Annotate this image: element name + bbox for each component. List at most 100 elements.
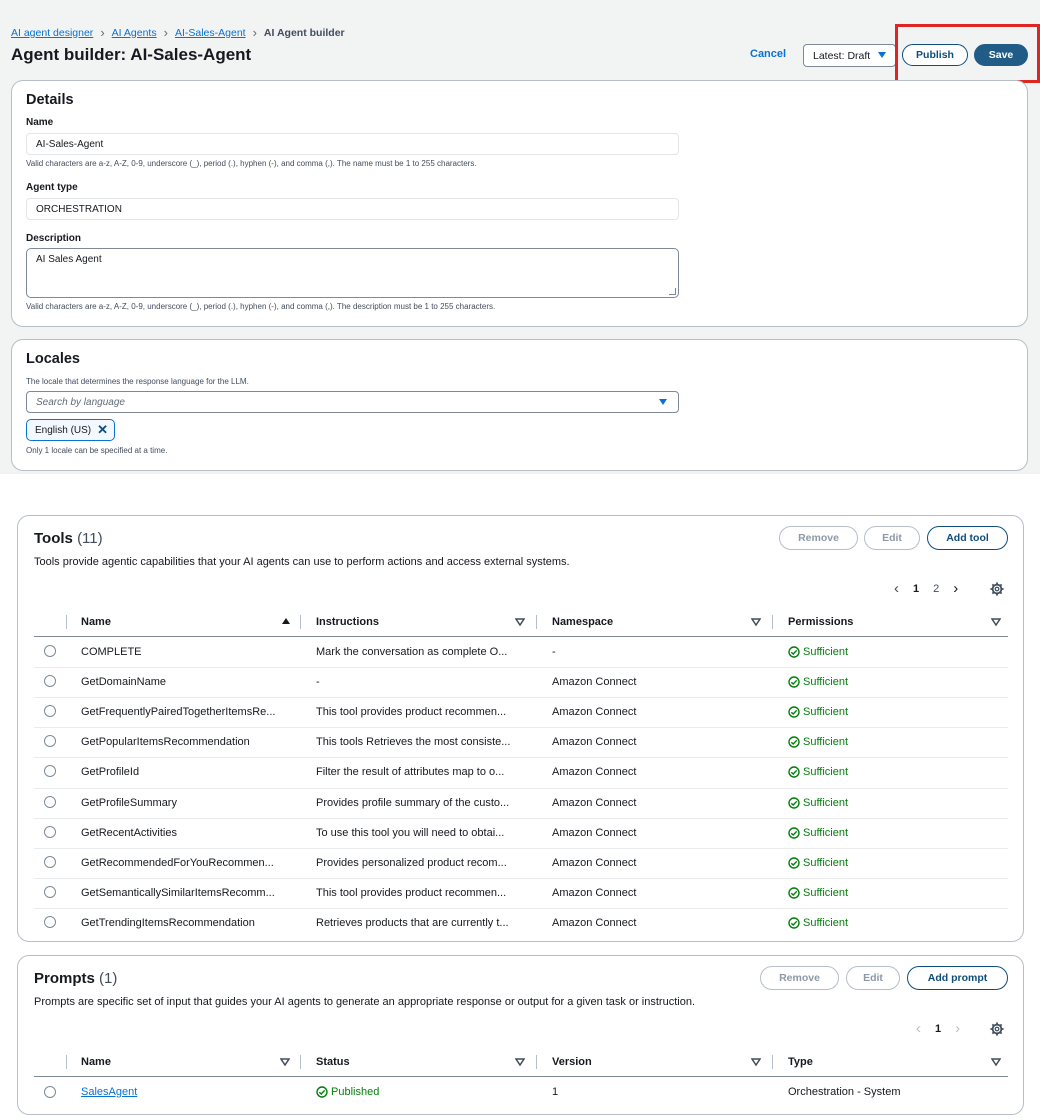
row-divider	[34, 667, 1008, 669]
sort-icon[interactable]	[991, 618, 1001, 626]
column-divider[interactable]	[772, 1055, 773, 1069]
column-divider[interactable]	[772, 615, 773, 629]
tool-namespace: Amazon Connect	[552, 916, 637, 929]
prompt-name-link[interactable]: SalesAgent	[81, 1086, 281, 1098]
sort-icon[interactable]	[515, 618, 525, 626]
chevron-right-icon[interactable]: ›	[955, 1020, 960, 1037]
tool-name: GetRecentActivities	[81, 826, 177, 839]
column-header-name[interactable]: Name	[81, 1056, 111, 1068]
tool-namespace: Amazon Connect	[552, 706, 637, 719]
breadcrumb-ai-agent-designer[interactable]: AI agent designer	[11, 27, 93, 39]
sort-icon[interactable]	[280, 1058, 290, 1066]
row-select-radio[interactable]	[44, 825, 56, 838]
sort-icon[interactable]	[991, 1058, 1001, 1066]
tool-instructions: Mark the conversation as complete O...	[316, 646, 508, 658]
permission-text: Sufficient	[803, 736, 849, 749]
tool-instructions: This tool provides product recommen...	[316, 706, 507, 719]
chevron-right-icon: ›	[163, 25, 168, 40]
row-select-radio[interactable]	[44, 705, 56, 718]
column-divider[interactable]	[300, 1055, 301, 1069]
column-divider[interactable]	[66, 1055, 67, 1069]
add-prompt-button[interactable]: Add prompt	[907, 966, 1008, 990]
tools-card: Tools (11) Remove Edit Add tool Tools pr…	[17, 515, 1024, 942]
add-tool-button[interactable]: Add tool	[927, 526, 1008, 550]
language-search-select[interactable]: Search by language	[26, 391, 679, 413]
column-header-name[interactable]: Name	[81, 616, 111, 628]
column-divider[interactable]	[300, 615, 301, 629]
permission-text: Sufficient	[803, 646, 849, 658]
check-circle-icon	[316, 1086, 328, 1098]
cancel-button[interactable]: Cancel	[750, 48, 786, 60]
sort-icon[interactable]	[515, 1058, 525, 1066]
column-divider[interactable]	[66, 615, 67, 629]
row-divider	[34, 847, 1008, 849]
column-divider[interactable]	[536, 1055, 537, 1069]
chevron-left-icon[interactable]: ‹	[894, 580, 899, 597]
prompt-type: Orchestration - System	[788, 1086, 901, 1098]
breadcrumb-ai-sales-agent[interactable]: AI-Sales-Agent	[175, 27, 246, 39]
chevron-right-icon[interactable]: ›	[953, 580, 958, 597]
tools-pagination: ‹ 1 2 ›	[894, 580, 958, 597]
row-select-radio[interactable]	[44, 795, 56, 808]
row-divider	[34, 697, 1008, 699]
tool-namespace: Amazon Connect	[552, 736, 637, 749]
check-circle-icon	[788, 826, 800, 839]
description-textarea[interactable]: AI Sales Agent	[26, 248, 679, 298]
row-select-radio[interactable]	[44, 885, 56, 898]
prompts-edit-button[interactable]: Edit	[846, 966, 900, 990]
close-icon[interactable]: ✕	[97, 422, 108, 438]
column-header-version[interactable]: Version	[552, 1056, 592, 1068]
gear-icon[interactable]	[990, 1022, 1004, 1036]
sort-icon[interactable]	[751, 1058, 761, 1066]
status-badge: Sufficient	[788, 857, 848, 869]
column-divider[interactable]	[536, 615, 537, 629]
permission-text: Sufficient	[803, 706, 849, 719]
column-header-type[interactable]: Type	[788, 1056, 813, 1068]
row-select-radio[interactable]	[44, 735, 56, 748]
gear-icon[interactable]	[990, 582, 1004, 596]
check-circle-icon	[788, 917, 800, 929]
tools-edit-button[interactable]: Edit	[864, 526, 920, 550]
row-select-radio[interactable]	[44, 1086, 56, 1098]
row-select-radio[interactable]	[44, 855, 56, 868]
tools-title: Tools (11)	[34, 530, 103, 547]
row-select-radio[interactable]	[44, 645, 56, 657]
tool-namespace: -	[552, 646, 556, 658]
description-label: Description	[26, 233, 82, 244]
permission-text: Sufficient	[803, 676, 849, 689]
prompts-page-1[interactable]: 1	[935, 1023, 941, 1035]
description-value: AI Sales Agent	[36, 254, 102, 265]
tool-namespace: Amazon Connect	[552, 766, 637, 779]
breadcrumb-ai-agents[interactable]: AI Agents	[112, 27, 157, 39]
check-circle-icon	[788, 706, 800, 718]
resize-handle-icon[interactable]	[669, 288, 676, 295]
status-badge: Sufficient	[788, 827, 848, 839]
tools-remove-button[interactable]: Remove	[779, 526, 858, 550]
name-field[interactable]: AI-Sales-Agent	[26, 133, 679, 155]
row-divider	[34, 817, 1008, 819]
chevron-left-icon[interactable]: ‹	[916, 1020, 921, 1037]
row-select-radio[interactable]	[44, 675, 56, 688]
column-header-namespace[interactable]: Namespace	[552, 616, 613, 628]
row-select-radio[interactable]	[44, 915, 56, 928]
column-header-instructions[interactable]: Instructions	[316, 616, 379, 628]
table-header-divider	[34, 636, 1008, 637]
prompts-card: Prompts (1) Remove Edit Add prompt Promp…	[17, 955, 1024, 1115]
sort-icon[interactable]	[751, 618, 761, 626]
column-header-permissions[interactable]: Permissions	[788, 616, 853, 628]
status-text: Published	[331, 1086, 380, 1098]
row-select-radio[interactable]	[44, 765, 56, 778]
tools-page-2[interactable]: 2	[933, 583, 939, 595]
tool-instructions: Retrieves products that are currently t.…	[316, 916, 509, 929]
column-header-status[interactable]: Status	[316, 1056, 350, 1068]
tool-name: GetProfileSummary	[81, 796, 177, 809]
version-dropdown[interactable]: Latest: Draft	[803, 44, 896, 67]
status-badge: Published	[316, 1086, 379, 1098]
sort-ascending-icon[interactable]	[282, 618, 290, 624]
prompts-title: Prompts (1)	[34, 970, 117, 987]
name-label: Name	[26, 117, 54, 128]
tools-page-1[interactable]: 1	[913, 583, 919, 595]
status-badge: Sufficient	[788, 887, 848, 899]
check-circle-icon	[788, 736, 800, 748]
prompts-remove-button[interactable]: Remove	[760, 966, 839, 990]
